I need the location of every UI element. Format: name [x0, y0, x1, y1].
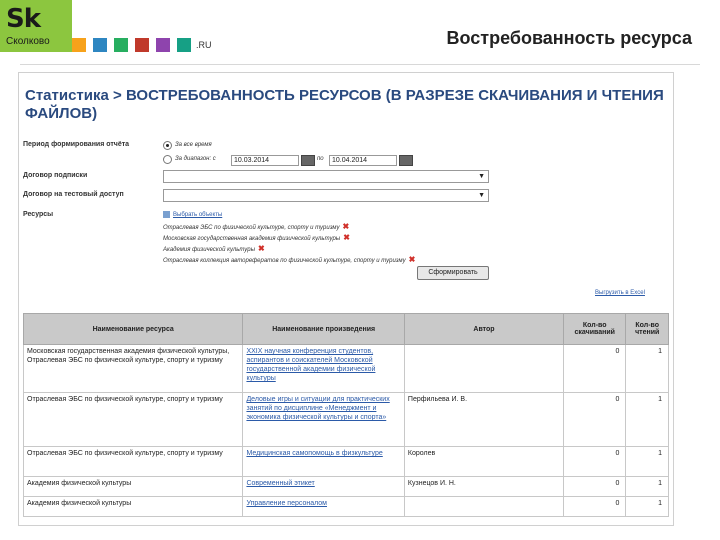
- table-row: Московская государственная академия физи…: [22, 344, 669, 393]
- date-to-prefix: по: [317, 156, 324, 162]
- cell-resource: Отраслевая ЭБС по физической культуре, с…: [22, 392, 244, 447]
- all-time-label: За все время: [175, 142, 212, 148]
- cell-author: Перфильева И. В.: [403, 392, 565, 447]
- domain-suffix: .RU: [196, 40, 212, 50]
- header-work: Наименование произведения: [242, 313, 405, 345]
- range-label: За диапазон: с: [175, 156, 216, 162]
- page-title: Статистика > ВОСТРЕБОВАННОСТЬ РЕСУРСОВ (…: [25, 87, 664, 122]
- radio-all-time[interactable]: [163, 141, 172, 150]
- header-resource: Наименование ресурса: [22, 313, 244, 345]
- cell-downloads: 0: [563, 476, 627, 497]
- trial-select[interactable]: ▼: [163, 189, 489, 202]
- header-downloads: Кол-во скачиваний: [563, 313, 627, 345]
- cell-downloads: 0: [563, 446, 627, 477]
- radio-range[interactable]: [163, 155, 172, 164]
- choose-objects-link[interactable]: Выбрать объекты: [163, 211, 222, 218]
- cell-reads: 1: [625, 392, 669, 447]
- cell-author: Кузнецов И. Н.: [403, 476, 565, 497]
- cell-downloads: 0: [563, 344, 627, 393]
- cell-work-link[interactable]: Медицинская самопомощь в физкультуре: [242, 446, 405, 477]
- header-author: Автор: [403, 313, 565, 345]
- ruseo-square: [72, 38, 86, 52]
- ruseo-square: [93, 38, 107, 52]
- resource-item: Академия физической культуры ✖: [163, 244, 265, 253]
- cell-reads: 1: [625, 344, 669, 393]
- logo-mark: Sk: [6, 4, 41, 34]
- slide-title: Востребованность ресурса: [446, 28, 693, 48]
- calendar-icon[interactable]: [301, 155, 315, 166]
- logo-name: Сколково: [6, 36, 50, 47]
- choose-objects-text: Выбрать объекты: [173, 212, 223, 219]
- cell-work-link[interactable]: XXIX научная конференция студентов, аспи…: [242, 344, 405, 393]
- date-to-input[interactable]: 10.04.2014: [329, 155, 397, 166]
- remove-icon[interactable]: ✖: [342, 222, 349, 231]
- chevron-down-icon: ▼: [478, 173, 485, 180]
- cell-work-link[interactable]: Деловые игры и ситуации для практических…: [242, 392, 405, 447]
- cell-downloads: 0: [563, 392, 627, 447]
- cell-work-link[interactable]: Управление персоналом: [242, 496, 405, 517]
- header-reads: Кол-во чтений: [625, 313, 669, 345]
- table-row: Академия физической культуры Современный…: [22, 476, 669, 497]
- ruseo-square: [135, 38, 149, 52]
- statistics-page: Статистика > ВОСТРЕБОВАННОСТЬ РЕСУРСОВ (…: [18, 72, 674, 526]
- period-label: Период формирования отчёта: [23, 141, 130, 148]
- cell-author: [403, 344, 565, 393]
- subscription-select[interactable]: ▼: [163, 170, 489, 183]
- results-table: Наименование ресурса Наименование произв…: [22, 313, 669, 517]
- table-header-row: Наименование ресурса Наименование произв…: [22, 313, 669, 345]
- table-row: Отраслевая ЭБС по физической культуре, с…: [22, 392, 669, 447]
- cell-author: Королев: [403, 446, 565, 477]
- remove-icon[interactable]: ✖: [409, 255, 416, 264]
- cell-reads: 1: [625, 496, 669, 517]
- resources-label: Ресурсы: [23, 211, 54, 218]
- header-divider: [20, 64, 700, 65]
- trial-label: Договор на тестовый доступ: [23, 191, 124, 198]
- table-row: Отраслевая ЭБС по физической культуре, с…: [22, 446, 669, 477]
- ruseo-square: [156, 38, 170, 52]
- chevron-down-icon: ▼: [478, 192, 485, 199]
- generate-button[interactable]: Сформировать: [417, 266, 489, 280]
- subscription-label: Договор подписки: [23, 172, 88, 179]
- cell-resource: Академия физической культуры: [22, 476, 244, 497]
- remove-icon[interactable]: ✖: [258, 244, 265, 253]
- export-excel-link[interactable]: Выгрузить в Excel: [595, 290, 645, 296]
- resource-item: Московская государственная академия физи…: [163, 233, 350, 242]
- cell-resource: Московская государственная академия физи…: [22, 344, 244, 393]
- ruseo-square: [114, 38, 128, 52]
- cell-reads: 1: [625, 476, 669, 497]
- folder-icon: [163, 211, 170, 218]
- skolkovo-logo: Sk Сколково: [0, 0, 72, 52]
- cell-reads: 1: [625, 446, 669, 477]
- table-row: Академия физической культуры Управление …: [22, 496, 669, 517]
- cell-work-link[interactable]: Современный этикет: [242, 476, 405, 497]
- date-from-input[interactable]: 10.03.2014: [231, 155, 299, 166]
- cell-resource: Академия физической культуры: [22, 496, 244, 517]
- resource-item: Отраслевая ЭБС по физической культуре, с…: [163, 222, 350, 231]
- resource-item: Отраслевая коллекция авторефератов по фи…: [163, 255, 416, 264]
- cell-author: [403, 496, 565, 517]
- ruseo-square: [177, 38, 191, 52]
- remove-icon[interactable]: ✖: [343, 233, 350, 242]
- cell-downloads: 0: [563, 496, 627, 517]
- cell-resource: Отраслевая ЭБС по физической культуре, с…: [22, 446, 244, 477]
- ruseo-strip: .RU: [72, 38, 217, 52]
- calendar-icon[interactable]: [399, 155, 413, 166]
